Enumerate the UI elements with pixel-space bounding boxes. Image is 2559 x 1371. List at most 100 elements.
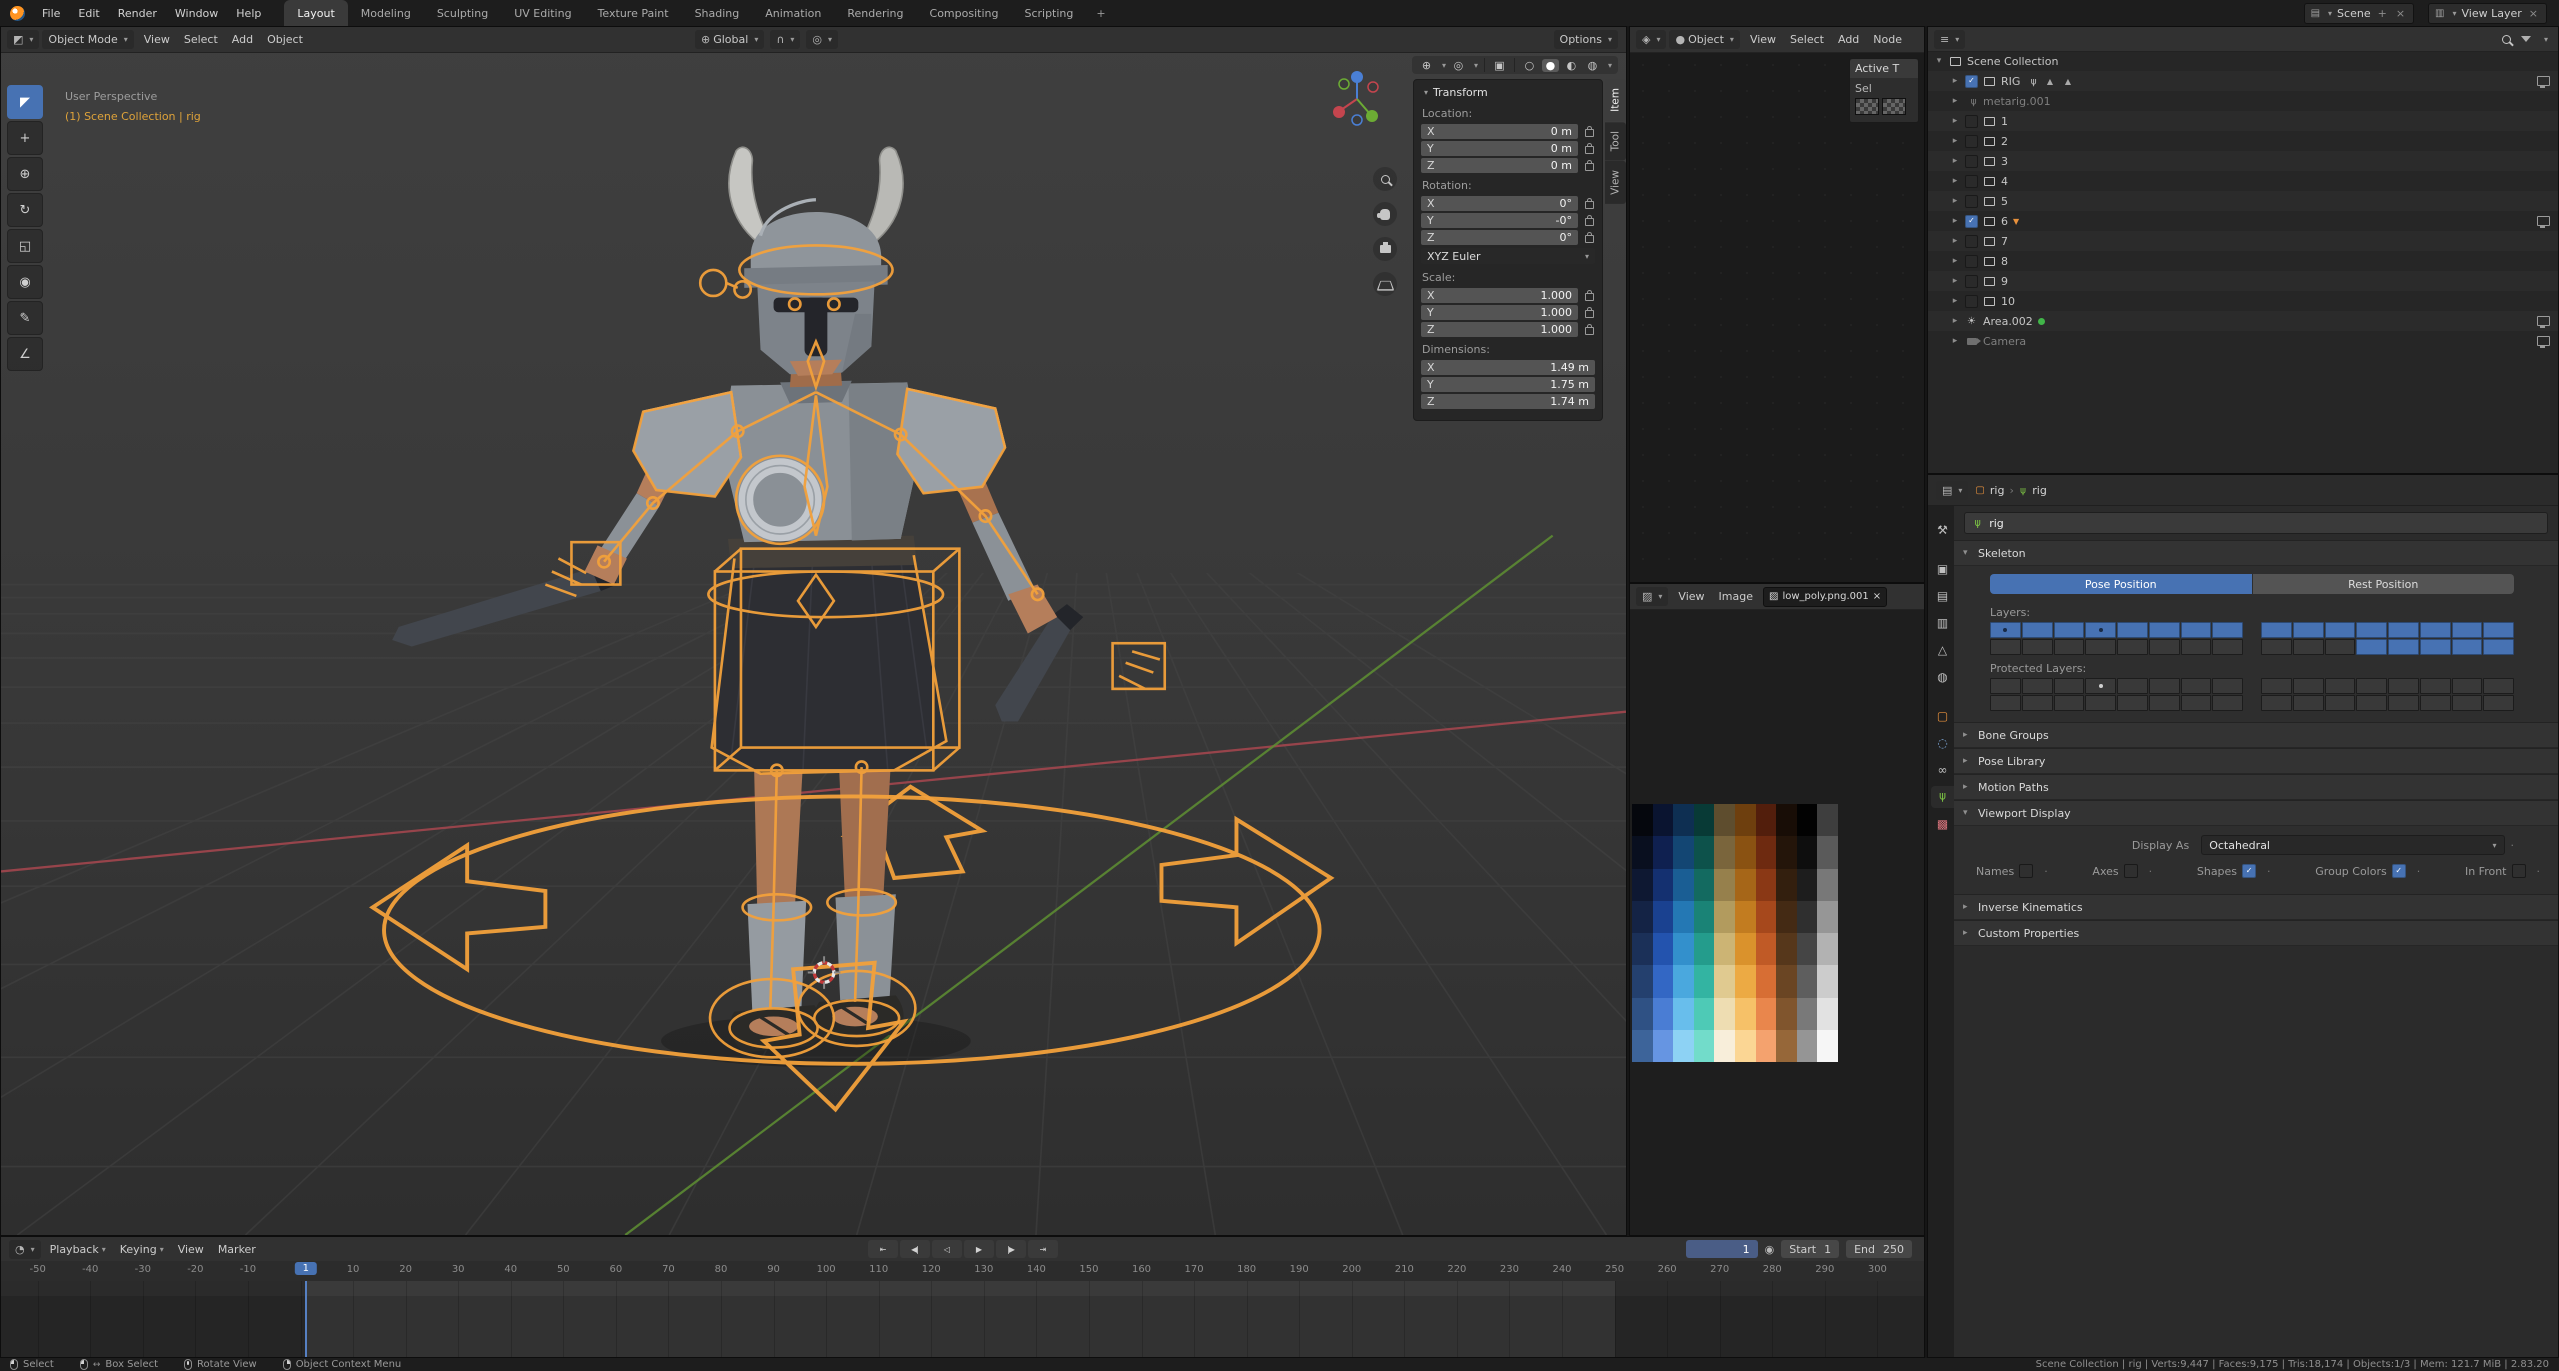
panel-pose-library[interactable]: ▸ Pose Library [1954,748,2558,774]
datablock-name-field[interactable]: ⋔ rig [1964,512,2548,534]
tool-scale[interactable]: ◱ [7,229,43,263]
collection-checkbox[interactable] [1965,174,1978,188]
layer-toggle[interactable] [2419,622,2451,638]
lock-icon[interactable] [1583,126,1595,137]
layer-toggle[interactable] [2212,639,2243,655]
layer-toggle[interactable] [2356,678,2387,694]
image-datablock[interactable]: ▨ low_poly.png.001 × [1762,586,1888,607]
tool-cursor[interactable]: + [7,121,43,155]
layer-toggle[interactable] [2292,678,2324,694]
transform-value-field[interactable]: Y 1.000 [1421,305,1578,320]
collection-checkbox[interactable] [1965,274,1978,288]
expander-icon[interactable]: ▸ [1950,316,1960,326]
properties-tab-tool[interactable]: ⚒ [1931,519,1954,541]
layer-toggle[interactable] [2261,678,2292,694]
lock-icon[interactable] [1583,307,1595,318]
transform-value-field[interactable]: Z 1.74 m [1421,394,1595,409]
timeline-menu-view[interactable]: View [171,1237,211,1261]
layer-toggle[interactable] [2180,678,2212,694]
outliner-row-10[interactable]: ▸ 10 [1928,291,2558,311]
unlink-image-button[interactable]: × [1873,591,1881,602]
transform-value-field[interactable]: Z 1.000 [1421,322,1578,337]
animate-decorator-icon[interactable]: · [2267,865,2271,878]
expander-icon[interactable]: ▸ [1950,196,1960,206]
search-icon[interactable] [2501,34,2511,44]
layer-toggle[interactable] [2180,622,2212,638]
outliner-row-5[interactable]: ▸ 5 [1928,191,2558,211]
outliner-row-rig[interactable]: ▸ RIG ⋔ ▲ ▲ [1928,71,2558,91]
layer-toggle[interactable] [2356,622,2387,638]
properties-tab-world[interactable]: ◍ [1931,666,1954,688]
workspace-tab-modeling[interactable]: Modeling [348,0,424,26]
layer-toggle[interactable] [2180,695,2212,711]
panel-inverse-kinematics[interactable]: ▸ Inverse Kinematics [1954,894,2558,920]
editor-type-button[interactable]: ◩ ▾ [7,30,40,49]
layer-toggle[interactable] [1990,695,2021,711]
expander-icon[interactable]: ▸ [1950,76,1960,86]
layer-toggle[interactable] [2148,639,2180,655]
outliner-row-1[interactable]: ▸ 1 [1928,111,2558,131]
shading-solid-icon[interactable]: ● [1541,58,1559,72]
layer-toggle[interactable] [2292,622,2324,638]
tool-measure[interactable]: ∠ [7,337,43,371]
expander-icon[interactable]: ▸ [1950,296,1960,306]
layer-toggle[interactable] [2085,622,2116,638]
transform-value-field[interactable]: X 0 m [1421,124,1578,139]
layer-toggle[interactable] [2483,622,2514,638]
scene-selector[interactable]: ▤ ▾ Scene + × [2303,2,2415,24]
transform-value-field[interactable]: X 0° [1421,196,1578,211]
snap-toggle[interactable]: ∩ ▾ [770,30,801,49]
expander-icon[interactable]: ▸ [1950,136,1960,146]
layer-toggle[interactable] [2085,678,2116,694]
properties-tab-constraints[interactable]: ∞ [1931,759,1954,781]
layer-toggle[interactable] [2324,622,2356,638]
current-frame-field[interactable]: 1 [1685,1240,1758,1258]
layer-toggle[interactable] [2451,622,2483,638]
menu-file[interactable]: File [33,0,69,26]
shading-wireframe-icon[interactable]: ○ [1521,59,1538,72]
transform-value-field[interactable]: Y 0 m [1421,141,1578,156]
breadcrumb-data[interactable]: rig [2032,484,2047,497]
viewport-menu-add[interactable]: Add [225,27,260,52]
layer-toggle[interactable] [2261,639,2292,655]
timeline-menu-keying[interactable]: Keying ▾ [113,1237,171,1261]
mode-dropdown[interactable]: Object Mode ▾ [42,30,134,49]
orientation-dropdown[interactable]: ⊕ Global ▾ [695,30,765,49]
viewport-3d[interactable]: ◩ ▾ Object Mode ▾ View Select Add Object ⊕ Glo… [0,26,1627,1236]
rest-position-button[interactable]: Rest Position [2251,574,2514,594]
tool-annotate[interactable]: ✎ [7,301,43,335]
properties-tab-texture[interactable]: ▩ [1931,813,1954,835]
panel-skeleton[interactable]: ▾ Skeleton [1954,540,2558,566]
start-frame-field[interactable]: Start 1 [1781,1240,1840,1258]
layer-toggle[interactable] [2021,622,2053,638]
workspace-tab-uv-editing[interactable]: UV Editing [501,0,584,26]
transform-value-field[interactable]: Y -0° [1421,213,1578,228]
tool-select-box[interactable]: ◤ [7,85,43,119]
restrict-render-icon[interactable] [2537,316,2550,328]
collection-checkbox[interactable] [1965,154,1978,168]
layer-toggle[interactable] [2292,639,2324,655]
collection-checkbox[interactable] [1965,114,1978,128]
checkbox-group-colors[interactable] [2391,864,2406,878]
menu-render[interactable]: Render [109,0,166,26]
expander-icon[interactable]: ▾ [1934,56,1944,66]
navigation-gizmo[interactable] [1325,67,1389,131]
layer-toggle[interactable] [2021,639,2053,655]
timeline-ruler[interactable]: -50 -40 -30 -20 -10 10 20 30 40 50 60 70 80 90 100 110 1… [1,1261,1924,1282]
perspective-toggle-button[interactable] [1373,272,1397,296]
layer-toggle[interactable] [2388,678,2419,694]
workspace-tab-scripting[interactable]: Scripting [1011,0,1086,26]
expander-icon[interactable]: ▸ [1950,256,1960,266]
playhead[interactable] [304,1281,307,1357]
properties-tab-output[interactable]: ▤ [1931,585,1954,607]
add-workspace-button[interactable]: + [1086,7,1115,20]
workspace-tab-layout[interactable]: Layout [284,0,348,26]
timeline-body[interactable] [1,1281,1924,1357]
layer-toggle[interactable] [2451,695,2483,711]
animate-decorator-icon[interactable]: · [2149,865,2153,878]
layer-toggle[interactable] [2419,695,2451,711]
layer-toggle[interactable] [2483,678,2514,694]
zoom-button[interactable] [1373,167,1397,191]
shading-rendered-icon[interactable]: ◍ [1584,59,1601,72]
pose-position-button[interactable]: Pose Position [1990,574,2252,594]
